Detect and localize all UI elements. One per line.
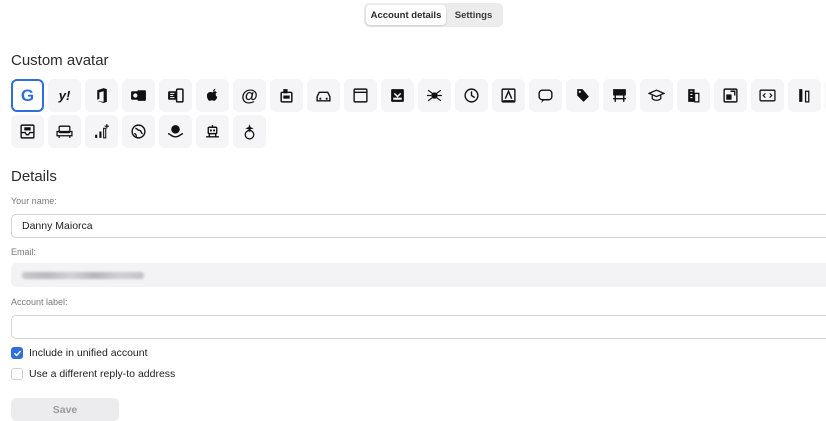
calendar-icon bbox=[353, 88, 368, 103]
custom-avatar-heading: Custom avatar bbox=[11, 52, 109, 69]
avatar-option-code[interactable] bbox=[751, 79, 784, 112]
avatar-option-sparkle[interactable] bbox=[233, 115, 266, 148]
account-label-label: Account label: bbox=[11, 297, 68, 307]
avatar-option-history[interactable] bbox=[455, 79, 488, 112]
avatar-option-tools[interactable] bbox=[788, 79, 821, 112]
mail-tray-icon bbox=[20, 124, 35, 139]
price-tag-icon bbox=[577, 89, 589, 102]
account-settings-page: Account details Settings Custom avatar G… bbox=[0, 0, 826, 421]
checkmark-icon bbox=[13, 350, 21, 356]
avatar-option-earth-hands[interactable] bbox=[159, 115, 192, 148]
at-sign-icon: @ bbox=[241, 85, 258, 105]
office-icon bbox=[97, 88, 107, 103]
email-redacted bbox=[22, 271, 144, 279]
avatar-option-car[interactable] bbox=[307, 79, 340, 112]
avatar-option-growth[interactable] bbox=[85, 115, 118, 148]
avatar-row-2 bbox=[11, 115, 266, 148]
reply-to-label: Use a different reply-to address bbox=[29, 368, 176, 380]
email-field bbox=[11, 263, 826, 287]
avatar-row-1: G y! @ bbox=[11, 79, 826, 112]
outlook-icon bbox=[131, 90, 146, 101]
avatar-option-spider[interactable] bbox=[418, 79, 451, 112]
avatar-option-google[interactable]: G bbox=[11, 79, 44, 112]
avatar-option-office[interactable] bbox=[85, 79, 118, 112]
id-badge-icon bbox=[501, 88, 516, 103]
details-heading: Details bbox=[11, 168, 57, 185]
avatar-option-mailbox[interactable] bbox=[270, 79, 303, 112]
inbox-download-icon bbox=[391, 89, 404, 102]
save-button[interactable]: Save bbox=[11, 398, 119, 421]
avatar-option-id-badge[interactable] bbox=[492, 79, 525, 112]
sofa-icon bbox=[56, 125, 73, 138]
avatar-option-sofa[interactable] bbox=[48, 115, 81, 148]
avatar-option-calendar[interactable] bbox=[344, 79, 377, 112]
graduation-cap-icon bbox=[648, 89, 665, 101]
tab-account-details[interactable]: Account details bbox=[366, 5, 446, 25]
code-window-icon bbox=[759, 89, 776, 102]
avatar-option-outlook[interactable] bbox=[122, 79, 155, 112]
share-icon bbox=[723, 88, 738, 103]
sparkle-icon bbox=[244, 124, 255, 140]
avatar-option-share[interactable] bbox=[714, 79, 747, 112]
unified-account-label: Include in unified account bbox=[29, 347, 148, 359]
avatar-option-chat[interactable] bbox=[529, 79, 562, 112]
robot-icon bbox=[206, 125, 219, 138]
unified-account-checkbox[interactable] bbox=[11, 347, 23, 359]
avatar-option-inbox[interactable] bbox=[381, 79, 414, 112]
avatar-option-yahoo[interactable]: y! bbox=[48, 79, 81, 112]
unified-account-option[interactable]: Include in unified account bbox=[11, 347, 148, 359]
growth-chart-icon bbox=[95, 124, 109, 139]
chat-bubble-icon bbox=[538, 89, 553, 103]
office-building-icon bbox=[688, 89, 700, 103]
apple-icon bbox=[206, 88, 218, 101]
tab-settings[interactable]: Settings bbox=[446, 5, 501, 25]
avatar-option-tag[interactable] bbox=[566, 79, 599, 112]
history-icon bbox=[464, 88, 479, 103]
earth-hands-icon bbox=[167, 125, 184, 138]
car-icon bbox=[316, 91, 331, 102]
mailbox-icon bbox=[280, 89, 293, 103]
avatar-option-mail-tray[interactable] bbox=[11, 115, 44, 148]
your-name-field[interactable]: Danny Maiorca bbox=[11, 214, 826, 238]
exchange-icon bbox=[168, 88, 184, 103]
email-label: Email: bbox=[11, 247, 37, 257]
avatar-option-at[interactable]: @ bbox=[233, 79, 266, 112]
reply-to-checkbox[interactable] bbox=[11, 368, 23, 380]
avatar-option-exchange[interactable] bbox=[159, 79, 192, 112]
avatar-option-classroom[interactable] bbox=[603, 79, 636, 112]
yahoo-icon: y! bbox=[58, 88, 71, 103]
globe-icon bbox=[131, 124, 146, 139]
reply-to-option[interactable]: Use a different reply-to address bbox=[11, 368, 175, 380]
avatar-option-globe[interactable] bbox=[122, 115, 155, 148]
classroom-icon bbox=[613, 89, 626, 102]
your-name-value: Danny Maiorca bbox=[22, 220, 93, 232]
avatar-option-robot[interactable] bbox=[196, 115, 229, 148]
avatar-option-graduation[interactable] bbox=[640, 79, 673, 112]
tools-icon bbox=[799, 89, 810, 103]
google-icon: G bbox=[20, 85, 35, 105]
account-label-field[interactable] bbox=[11, 315, 826, 339]
spider-icon bbox=[427, 89, 442, 102]
avatar-option-building[interactable] bbox=[677, 79, 710, 112]
tab-switcher: Account details Settings bbox=[364, 3, 503, 27]
your-name-label: Your name: bbox=[11, 196, 57, 206]
avatar-option-apple[interactable] bbox=[196, 79, 229, 112]
